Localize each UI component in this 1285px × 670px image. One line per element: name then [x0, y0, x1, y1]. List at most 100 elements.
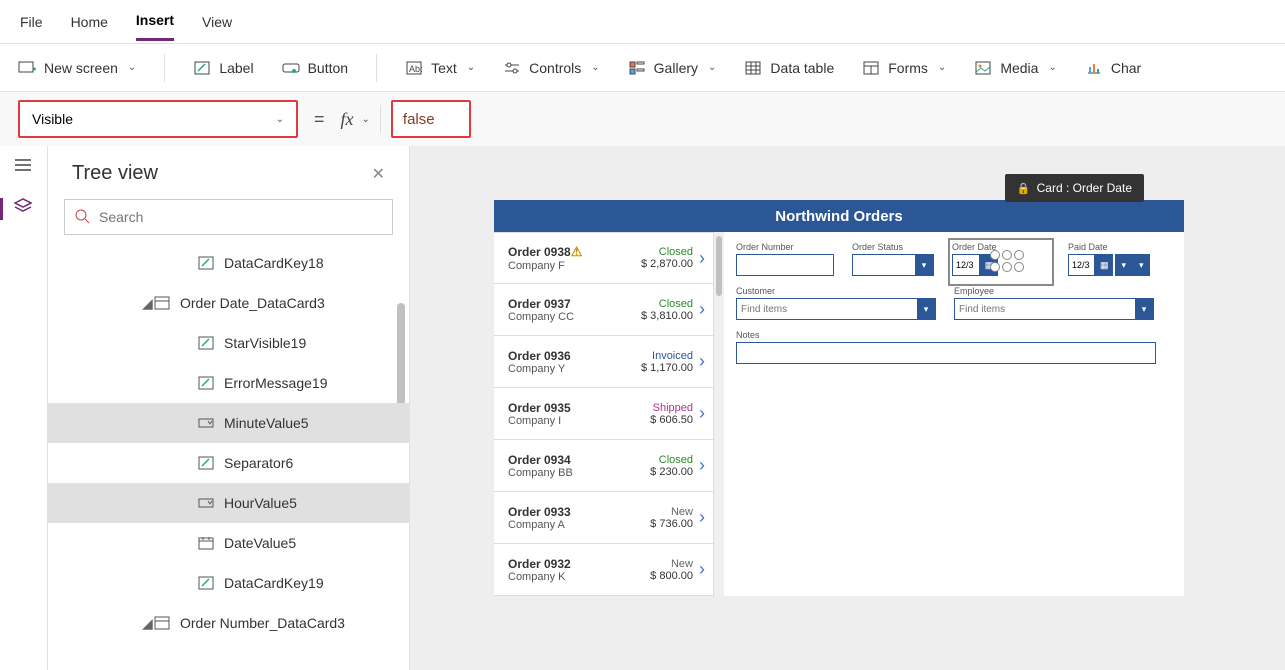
menubar: File Home Insert View: [0, 0, 1285, 44]
gallery-button[interactable]: Gallery ⌄: [628, 59, 717, 77]
app-title: Northwind Orders: [494, 200, 1184, 232]
chart-icon: [1085, 59, 1103, 77]
gallery-icon: [628, 59, 646, 77]
controls-button[interactable]: Controls ⌄: [503, 59, 600, 77]
svg-text:Abc: Abc: [409, 64, 422, 74]
formula-bar: Visible ⌄ = fx ⌄ false: [0, 92, 1285, 146]
edit-icon: [198, 335, 214, 351]
paid-date-picker[interactable]: 12/3 ▦ ▾ ▾: [1068, 254, 1150, 276]
dropdown-icon: [198, 495, 214, 511]
chevron-down-icon[interactable]: ▾: [1115, 254, 1133, 276]
edit-icon: [198, 255, 214, 271]
chevron-down-icon: ⌄: [128, 62, 136, 73]
canvas[interactable]: Northwind Orders Order 0938⚠Company FClo…: [410, 146, 1285, 670]
lock-icon: [1017, 181, 1031, 195]
orderlist-scrollbar[interactable]: [714, 232, 724, 596]
label-notes: Notes: [736, 330, 1156, 340]
fx-icon: fx: [341, 109, 354, 130]
tree-node-datevalue5[interactable]: DateValue5: [48, 523, 409, 563]
property-selector[interactable]: Visible ⌄: [18, 100, 298, 138]
chevron-down-icon[interactable]: ▾: [1132, 254, 1150, 276]
close-icon[interactable]: ✕: [372, 164, 385, 184]
new-screen-button[interactable]: New screen ⌄: [18, 59, 136, 77]
list-item[interactable]: Order 0938⚠Company FClosed$ 2,870.00›: [494, 232, 713, 284]
hamburger-icon[interactable]: [14, 158, 34, 178]
chevron-down-icon: ▾: [917, 299, 935, 319]
caret-down-icon: ◢: [142, 615, 154, 632]
chart-button[interactable]: Char: [1085, 59, 1141, 77]
chevron-down-icon: ⌄: [276, 114, 284, 125]
calendar-icon[interactable]: ▦: [980, 254, 998, 276]
leftrail: [0, 146, 48, 670]
fx-dropdown[interactable]: fx ⌄: [341, 109, 370, 130]
chevron-down-icon: ⌄: [362, 114, 370, 125]
tree-search[interactable]: [64, 199, 393, 235]
edit-icon: [198, 375, 214, 391]
chevron-right-icon: ›: [699, 507, 705, 528]
screen-icon: [18, 59, 36, 77]
controls-icon: [503, 59, 521, 77]
order-status-combo[interactable]: ▾: [852, 254, 934, 276]
label-order-number: Order Number: [736, 242, 834, 252]
caret-down-icon: ◢: [142, 295, 154, 312]
ribbon: New screen ⌄ Label Button Abc Text ⌄ Con…: [0, 44, 1285, 92]
list-item[interactable]: Order 0937Company CCClosed$ 3,810.00›: [494, 284, 713, 336]
tree-node-datacardkey18[interactable]: DataCardKey18: [48, 243, 409, 283]
chevron-right-icon: ›: [699, 559, 705, 580]
tree-node-order-number-datacard3[interactable]: ◢Order Number_DataCard3: [48, 603, 409, 643]
list-item[interactable]: Order 0934Company BBClosed$ 230.00›: [494, 440, 713, 492]
menu-insert[interactable]: Insert: [136, 2, 174, 41]
chevron-down-icon: ⌄: [591, 62, 599, 73]
list-item[interactable]: Order 0935Company IShipped$ 606.50›: [494, 388, 713, 440]
menu-file[interactable]: File: [20, 4, 43, 40]
media-button[interactable]: Media ⌄: [974, 59, 1057, 77]
order-date-picker[interactable]: 12/3 ▦: [952, 254, 1050, 276]
chevron-down-icon: ⌄: [1048, 62, 1056, 73]
tree-node-order-date-datacard3[interactable]: ◢Order Date_DataCard3: [48, 283, 409, 323]
edit-icon: [198, 455, 214, 471]
tree-node-starvisible19[interactable]: StarVisible19: [48, 323, 409, 363]
text-button[interactable]: Abc Text ⌄: [405, 59, 475, 77]
customer-combo[interactable]: ▾: [736, 298, 936, 320]
selection-tooltip: Card : Order Date: [1005, 174, 1144, 202]
calendar-icon[interactable]: ▦: [1095, 254, 1113, 276]
label-order-date: Order Date: [952, 242, 1050, 252]
forms-icon: [862, 59, 880, 77]
list-item[interactable]: Order 0932Company KNew$ 800.00›: [494, 544, 713, 596]
tree-node-errormessage19[interactable]: ErrorMessage19: [48, 363, 409, 403]
label-button[interactable]: Label: [193, 59, 253, 77]
forms-button[interactable]: Forms ⌄: [862, 59, 946, 77]
employee-combo[interactable]: ▾: [954, 298, 1154, 320]
button-icon: [282, 59, 300, 77]
formula-input[interactable]: false: [391, 100, 471, 138]
search-icon: [75, 209, 91, 225]
tree-node-datacardkey19[interactable]: DataCardKey19: [48, 563, 409, 603]
text-icon: Abc: [405, 59, 423, 77]
tree-title: Tree view: [72, 162, 158, 185]
chevron-down-icon: ⌄: [938, 62, 946, 73]
search-input[interactable]: [99, 209, 382, 225]
edit-icon: [198, 575, 214, 591]
chevron-right-icon: ›: [699, 299, 705, 320]
tree-node-hourvalue5[interactable]: HourValue5: [48, 483, 409, 523]
list-item[interactable]: Order 0936Company YInvoiced$ 1,170.00›: [494, 336, 713, 388]
tree-node-minutevalue5[interactable]: MinuteValue5: [48, 403, 409, 443]
tree-panel: Tree view ✕ DataCardKey18◢Order Date_Dat…: [48, 146, 410, 670]
chevron-down-icon: ⌄: [467, 62, 475, 73]
list-item[interactable]: Order 0933Company ANew$ 736.00›: [494, 492, 713, 544]
menu-view[interactable]: View: [202, 4, 232, 40]
layers-icon[interactable]: [14, 198, 34, 218]
label-order-status: Order Status: [852, 242, 934, 252]
chevron-down-icon: ▾: [915, 255, 933, 275]
notes-input[interactable]: [736, 342, 1156, 364]
tree-node-separator6[interactable]: Separator6: [48, 443, 409, 483]
card-icon: [154, 295, 170, 311]
order-number-input[interactable]: [736, 254, 834, 276]
table-icon: [744, 59, 762, 77]
label-customer: Customer: [736, 286, 936, 296]
button-button[interactable]: Button: [282, 59, 348, 77]
label-employee: Employee: [954, 286, 1154, 296]
menu-home[interactable]: Home: [71, 4, 108, 40]
datatable-button[interactable]: Data table: [744, 59, 834, 77]
dropdown-icon: [198, 415, 214, 431]
